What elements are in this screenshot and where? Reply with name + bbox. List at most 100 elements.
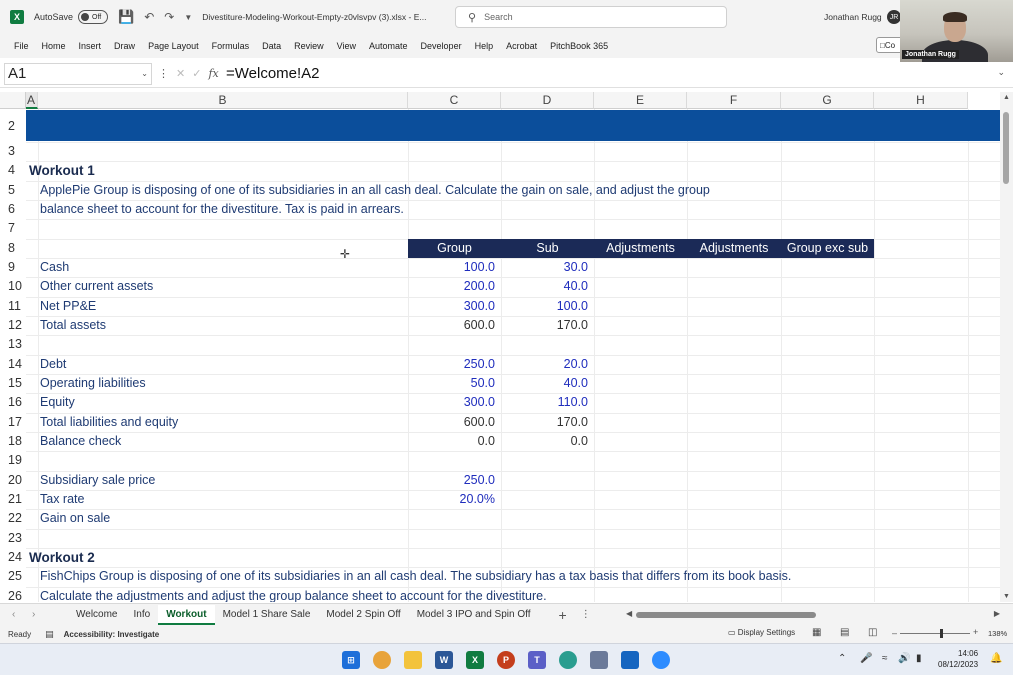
ribbon-tab-view[interactable]: View — [337, 41, 356, 51]
table-header-4[interactable]: Adjustments — [687, 238, 781, 258]
row-header-8[interactable]: 8 — [0, 238, 26, 258]
battery-icon[interactable]: ▮ — [916, 653, 922, 664]
user-name[interactable]: Jonathan Rugg — [824, 12, 882, 22]
word-icon[interactable]: W — [435, 651, 453, 669]
sub-value[interactable]: 40.0 — [501, 374, 594, 393]
line-item-label[interactable]: Other current assets — [40, 277, 153, 296]
group-value[interactable]: 250.0 — [408, 355, 501, 374]
row-header-19[interactable]: 19 — [0, 451, 26, 471]
tray-chevron-icon[interactable]: ⌃ — [838, 653, 846, 664]
chrome-icon[interactable] — [373, 651, 391, 669]
row-header-11[interactable]: 11 — [0, 296, 26, 316]
sub-value[interactable]: 170.0 — [501, 316, 594, 335]
sub-value[interactable]: 20.0 — [501, 355, 594, 374]
column-header-e[interactable]: E — [594, 92, 687, 109]
row-header-17[interactable]: 17 — [0, 412, 26, 432]
row-header-25[interactable]: 25 — [0, 567, 26, 587]
ribbon-tab-draw[interactable]: Draw — [114, 41, 135, 51]
workout-1-description-line-2[interactable]: balance sheet to account for the divesti… — [40, 200, 404, 219]
row-header-14[interactable]: 14 — [0, 354, 26, 374]
teams-icon[interactable]: T — [528, 651, 546, 669]
sub-value[interactable]: 100.0 — [501, 297, 594, 316]
powerpoint-icon[interactable]: P — [497, 651, 515, 669]
workout-1-title[interactable]: Workout 1 — [29, 161, 95, 180]
workout-2-description-line-1[interactable]: FishChips Group is disposing of one of i… — [40, 567, 791, 586]
column-header-a[interactable]: A — [26, 92, 38, 109]
ribbon-tab-page-layout[interactable]: Page Layout — [148, 41, 199, 51]
excel-taskbar-icon[interactable]: X — [466, 651, 484, 669]
zoom-in-icon[interactable]: + — [973, 627, 978, 637]
app-icon[interactable] — [559, 651, 577, 669]
column-header-d[interactable]: D — [501, 92, 594, 109]
volume-icon[interactable]: 🔊 — [898, 653, 910, 664]
redo-icon[interactable]: ↷ — [164, 10, 174, 24]
row-header-16[interactable]: 16 — [0, 393, 26, 413]
row-header-12[interactable]: 12 — [0, 315, 26, 336]
avatar[interactable]: JR — [887, 10, 901, 24]
title-banner[interactable] — [26, 110, 1000, 141]
scroll-up-icon[interactable]: ▲ — [1003, 94, 1010, 101]
workout-2-title[interactable]: Workout 2 — [29, 548, 95, 567]
table-header-3[interactable]: Adjustments — [594, 238, 687, 258]
ribbon-tab-developer[interactable]: Developer — [421, 41, 462, 51]
ribbon-tab-help[interactable]: Help — [475, 41, 494, 51]
name-box[interactable]: A1 ⌄ — [4, 62, 152, 85]
group-value[interactable]: 100.0 — [408, 258, 501, 277]
calculator-icon[interactable] — [590, 651, 608, 669]
more-sheets-icon[interactable]: ⋮ — [581, 609, 591, 620]
group-value[interactable]: 50.0 — [408, 374, 501, 393]
sub-value[interactable]: 170.0 — [501, 413, 594, 432]
save-icon[interactable]: 💾 — [118, 9, 134, 25]
row-header-21[interactable]: 21 — [0, 489, 26, 510]
line-item-label[interactable]: Operating liabilities — [40, 374, 146, 393]
row-header-13[interactable]: 13 — [0, 335, 26, 355]
group-value[interactable]: 600.0 — [408, 413, 501, 432]
row-header-26[interactable]: 26 — [0, 586, 26, 602]
row-header-4[interactable]: 4 — [0, 161, 26, 181]
zoom-app-icon[interactable] — [652, 651, 670, 669]
table-header-1[interactable]: Group — [408, 238, 501, 258]
line-item-label[interactable]: Total assets — [40, 316, 106, 335]
wifi-icon[interactable]: ≈ — [882, 653, 888, 664]
accessibility-status[interactable]: Accessibility: Investigate — [64, 630, 160, 639]
formula-input[interactable]: =Welcome!A2 — [226, 65, 320, 82]
sheet-tab-workout[interactable]: Workout — [158, 604, 215, 625]
ribbon-tab-file[interactable]: File — [14, 41, 29, 51]
column-header-b[interactable]: B — [38, 92, 408, 109]
zoom-level[interactable]: 138% — [988, 629, 1007, 638]
column-header-c[interactable]: C — [408, 92, 501, 109]
table-header-2[interactable]: Sub — [501, 238, 594, 258]
zoom-slider[interactable] — [900, 633, 970, 634]
sheet-tab-model-3-ipo-and-spin-off[interactable]: Model 3 IPO and Spin Off — [409, 605, 539, 625]
sub-value[interactable]: 110.0 — [501, 393, 594, 412]
undo-icon[interactable]: ↶ — [144, 10, 154, 24]
ribbon-tab-review[interactable]: Review — [294, 41, 324, 51]
ribbon-tab-insert[interactable]: Insert — [79, 41, 102, 51]
display-settings-button[interactable]: ▭ Display Settings — [728, 628, 795, 637]
worksheet-grid[interactable]: A B C D E F G H 2 3 4 5 6 7 8 9 10 11 12 13 14 15 16 17 18 19 20 21… — [0, 92, 1000, 602]
tax-rate-label[interactable]: Tax rate — [40, 490, 84, 509]
ribbon-tab-automate[interactable]: Automate — [369, 41, 408, 51]
workout-2-description-line-2[interactable]: Calculate the adjustments and adjust the… — [40, 587, 547, 602]
line-item-label[interactable]: Net PP&E — [40, 297, 96, 316]
vertical-scroll-thumb[interactable] — [1003, 112, 1009, 184]
ribbon-tab-pitchbook-365[interactable]: PitchBook 365 — [550, 41, 608, 51]
scroll-left-icon[interactable]: ◀ — [626, 609, 632, 618]
group-value[interactable]: 300.0 — [408, 393, 501, 412]
taskbar-clock[interactable]: 14:06 08/12/2023 — [938, 648, 978, 670]
insert-function-button[interactable]: fx — [208, 67, 218, 80]
row-header-6[interactable]: 6 — [0, 199, 26, 220]
enter-icon[interactable]: ✓ — [192, 67, 201, 80]
group-value[interactable]: 300.0 — [408, 297, 501, 316]
vertical-scrollbar[interactable]: ▲ ▼ — [1000, 92, 1013, 602]
zoom-out-icon[interactable]: – — [892, 628, 897, 638]
sub-value[interactable]: 0.0 — [501, 432, 594, 451]
ribbon-tab-data[interactable]: Data — [262, 41, 281, 51]
column-header-h[interactable]: H — [874, 92, 968, 109]
sale-price-value[interactable]: 250.0 — [408, 471, 501, 490]
more-icon[interactable]: ⋮ — [158, 67, 169, 80]
microphone-icon[interactable]: 🎤 — [860, 653, 872, 664]
row-header-7[interactable]: 7 — [0, 219, 26, 239]
normal-view-icon[interactable]: ▦ — [812, 627, 821, 638]
expand-formula-icon[interactable]: ⌄ — [997, 67, 1005, 78]
